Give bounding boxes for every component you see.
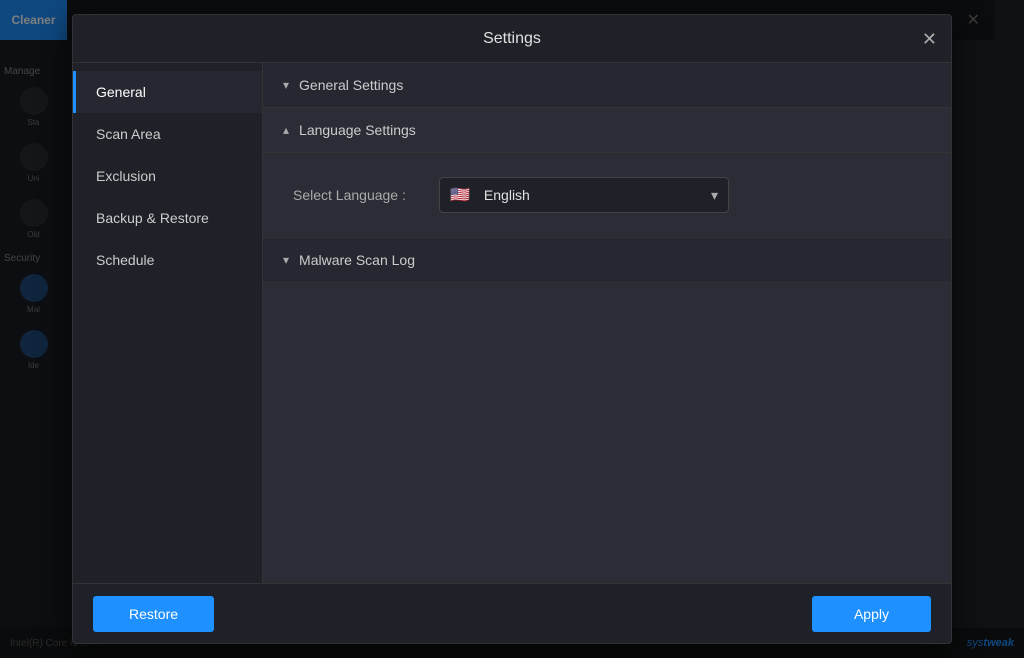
- modal-close-button[interactable]: ✕: [922, 30, 937, 48]
- modal-backdrop: Settings ✕ General Scan Area Exclusion B…: [0, 0, 1024, 658]
- language-settings-header[interactable]: ▴ Language Settings: [263, 108, 951, 153]
- restore-button[interactable]: Restore: [93, 596, 214, 632]
- nav-item-scan-area[interactable]: Scan Area: [73, 113, 262, 155]
- settings-modal: Settings ✕ General Scan Area Exclusion B…: [72, 14, 952, 644]
- language-settings-label: Language Settings: [299, 122, 416, 138]
- nav-item-exclusion[interactable]: Exclusion: [73, 155, 262, 197]
- nav-item-schedule[interactable]: Schedule: [73, 239, 262, 281]
- settings-content: ▾ General Settings ▴ Language Settings S…: [263, 63, 951, 583]
- language-row: Select Language : 🇺🇸 English: [293, 177, 921, 213]
- modal-header: Settings ✕: [73, 15, 951, 63]
- language-dropdown[interactable]: 🇺🇸 English: [439, 177, 729, 213]
- general-chevron-icon: ▾: [283, 78, 289, 92]
- apply-button[interactable]: Apply: [812, 596, 931, 632]
- malware-scan-log-label: Malware Scan Log: [299, 252, 415, 268]
- language-settings-body: Select Language : 🇺🇸 English: [263, 153, 951, 238]
- language-value: English: [484, 187, 530, 203]
- modal-body: General Scan Area Exclusion Backup & Res…: [73, 63, 951, 583]
- language-chevron-icon: ▴: [283, 123, 289, 137]
- modal-title: Settings: [483, 30, 541, 48]
- modal-footer: Restore Apply: [73, 583, 951, 643]
- general-settings-header[interactable]: ▾ General Settings: [263, 63, 951, 108]
- malware-scan-log-header[interactable]: ▾ Malware Scan Log: [263, 238, 951, 283]
- nav-item-backup-restore[interactable]: Backup & Restore: [73, 197, 262, 239]
- language-flag: 🇺🇸: [450, 185, 470, 205]
- nav-item-general[interactable]: General: [73, 71, 262, 113]
- settings-nav: General Scan Area Exclusion Backup & Res…: [73, 63, 263, 583]
- general-settings-label: General Settings: [299, 77, 403, 93]
- language-body: Select Language : 🇺🇸 English: [263, 153, 951, 238]
- malware-scan-log-body: [263, 283, 951, 583]
- select-language-label: Select Language :: [293, 187, 423, 203]
- malware-chevron-icon: ▾: [283, 253, 289, 267]
